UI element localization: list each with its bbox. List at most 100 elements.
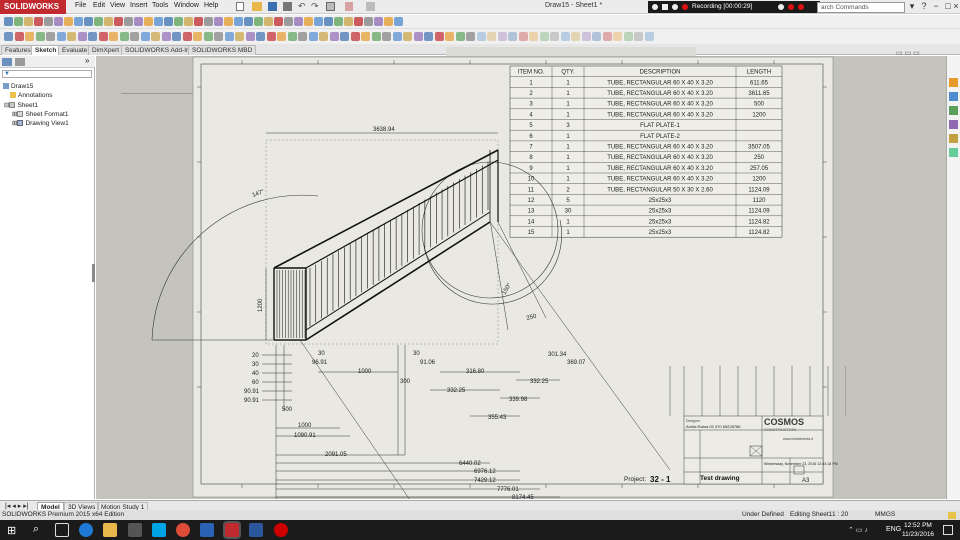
sketch-tool-icon[interactable] [424, 32, 433, 41]
toolbar-icon[interactable] [294, 17, 303, 26]
recorder-refresh-icon[interactable] [672, 4, 678, 10]
sketch-tool-icon[interactable] [256, 32, 265, 41]
status-notification-icon[interactable] [948, 512, 956, 519]
file-explorer-taskbar-icon[interactable] [103, 523, 117, 537]
recorder-red2-icon[interactable] [798, 4, 804, 10]
sketch-tool-icon[interactable] [392, 32, 402, 41]
toolbar-icon[interactable] [154, 17, 163, 26]
sketch-tool-icon[interactable] [518, 32, 528, 41]
tree-filter-input[interactable]: ▼ [2, 70, 92, 78]
sketch-tool-icon[interactable] [25, 32, 34, 41]
toolbar-icon[interactable] [324, 17, 333, 26]
search-commands-input[interactable]: arch Commands [817, 2, 905, 13]
sketch-tool-icon[interactable] [613, 32, 622, 41]
tab-dimxpert[interactable]: DimXpert [88, 45, 124, 55]
tray-time[interactable]: 12:52 PM [904, 522, 932, 529]
minimize-icon[interactable]: − [930, 1, 942, 12]
view-palette-icon[interactable] [949, 120, 958, 129]
toolbar-icon[interactable] [44, 17, 53, 26]
tab-evaluate[interactable]: Evaluate [58, 45, 92, 55]
sketch-tool-icon[interactable] [539, 32, 549, 41]
sketch-tool-icon[interactable] [403, 32, 412, 41]
expand-panel-icon[interactable]: » [85, 56, 89, 65]
open-folder-icon[interactable] [252, 2, 262, 11]
sketch-tool-icon[interactable] [602, 32, 612, 41]
sketch-tool-icon[interactable] [529, 32, 538, 41]
tab-addins[interactable]: SOLIDWORKS Add-Ins [121, 45, 197, 55]
sketch-tool-icon[interactable] [130, 32, 139, 41]
toolbar-icon[interactable] [354, 17, 363, 26]
status-scale[interactable]: 1 : 20 [832, 510, 848, 520]
tree-item-annotations[interactable]: Annotations [10, 92, 52, 99]
task-view-icon[interactable] [55, 523, 69, 537]
sketch-tool-icon[interactable] [319, 32, 328, 41]
recorder-red-icon[interactable] [788, 4, 794, 10]
sketch-tool-icon[interactable] [581, 32, 591, 41]
toolbar-icon[interactable] [334, 17, 343, 26]
sketch-tool-icon[interactable] [46, 32, 55, 41]
word-icon[interactable] [249, 523, 263, 537]
toolbar-icon[interactable] [174, 17, 183, 26]
design-library-icon[interactable] [949, 92, 958, 101]
toolbar-icon[interactable] [204, 17, 213, 26]
toolbar-icon[interactable] [314, 17, 323, 26]
toolbar-icon[interactable] [4, 17, 13, 26]
menu-tools[interactable]: Tools [152, 2, 168, 9]
menu-edit[interactable]: Edit [93, 2, 105, 9]
menu-file[interactable]: File [75, 2, 86, 9]
toolbar-icon[interactable] [384, 17, 393, 26]
help-icon[interactable]: ? [918, 1, 930, 12]
sketch-tool-icon[interactable] [140, 32, 150, 41]
sketch-tool-icon[interactable] [298, 32, 307, 41]
tree-item-drawing-view[interactable]: ⊞ Drawing View1 [12, 119, 69, 127]
sketch-tool-icon[interactable] [550, 32, 559, 41]
sketch-tool-icon[interactable] [434, 32, 444, 41]
sketch-tool-icon[interactable] [245, 32, 255, 41]
sketch-tool-icon[interactable] [35, 32, 45, 41]
chrome-icon[interactable] [176, 523, 190, 537]
toolbar-icon[interactable] [304, 17, 313, 26]
solidworks-taskbar-icon[interactable] [223, 521, 241, 539]
sketch-tool-icon[interactable] [592, 32, 601, 41]
new-doc-icon[interactable] [236, 2, 244, 11]
tree-root[interactable]: Draw15 [3, 83, 33, 90]
sketch-tool-icon[interactable] [476, 32, 486, 41]
recorder-pen-icon[interactable] [778, 4, 784, 10]
feature-tree-icon[interactable] [2, 58, 12, 66]
tab-features[interactable]: Features [1, 45, 35, 55]
sketch-tool-icon[interactable] [361, 32, 370, 41]
toolbar-icon[interactable] [234, 17, 243, 26]
toolbar-icon[interactable] [144, 17, 153, 26]
sketch-tool-icon[interactable] [182, 32, 192, 41]
sketch-tool-icon[interactable] [287, 32, 297, 41]
sketch-tool-icon[interactable] [67, 32, 76, 41]
sketch-tool-icon[interactable] [571, 32, 580, 41]
sketch-tool-icon[interactable] [560, 32, 570, 41]
tray-language[interactable]: ENG [886, 526, 901, 533]
sketch-tool-icon[interactable] [371, 32, 381, 41]
sketch-tool-icon[interactable] [623, 32, 633, 41]
sketch-tool-icon[interactable] [109, 32, 118, 41]
property-manager-icon[interactable] [15, 58, 25, 66]
sketch-tool-icon[interactable] [308, 32, 318, 41]
toolbar-icon[interactable] [84, 17, 93, 26]
windows-start-icon[interactable]: ⊞ [7, 524, 16, 537]
view-window-controls[interactable]: ▭ ▭ ▭ [896, 49, 920, 57]
sketch-tool-icon[interactable] [382, 32, 391, 41]
menu-insert[interactable]: Insert [130, 2, 148, 9]
sketch-tool-icon[interactable] [644, 32, 654, 41]
toolbar-icon[interactable] [104, 17, 113, 26]
undo-icon[interactable]: ↶ [298, 1, 306, 12]
solidworks-logo[interactable]: SOLIDWORKS [0, 0, 66, 14]
sketch-tool-icon[interactable] [161, 32, 171, 41]
toolbar-icon[interactable] [214, 17, 223, 26]
toolbar-icon[interactable] [374, 17, 383, 26]
toolbar-icon[interactable] [14, 17, 23, 26]
print-icon[interactable] [283, 2, 292, 11]
toolbar-icon[interactable] [164, 17, 173, 26]
edge-icon[interactable] [79, 523, 93, 537]
toolbar-icon[interactable] [64, 17, 73, 26]
rebuild-icon[interactable] [345, 2, 353, 11]
sketch-tool-icon[interactable] [340, 32, 349, 41]
sketch-tool-icon[interactable] [172, 32, 181, 41]
